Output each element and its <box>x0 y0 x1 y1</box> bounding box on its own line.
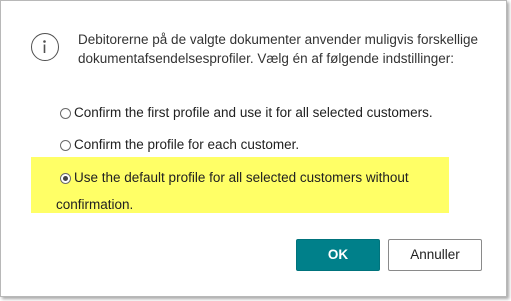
option-confirm-first-profile[interactable]: Confirm the first profile and use it for… <box>60 104 460 122</box>
cancel-button[interactable]: Annuller <box>388 239 482 271</box>
ok-button[interactable]: OK <box>296 239 380 271</box>
radio-confirm-each-profile[interactable] <box>60 140 71 151</box>
dialog: Debitorerne på de valgte dokumenter anve… <box>0 0 507 297</box>
option-label-line1: Use the default profile for all selected… <box>74 170 409 185</box>
radio-use-default-profile[interactable] <box>60 173 71 184</box>
option-use-default-profile[interactable]: Use the default profile for all selected… <box>56 169 440 213</box>
option-label: Confirm the first profile and use it for… <box>74 105 433 120</box>
radio-confirm-first-profile[interactable] <box>60 108 71 119</box>
dialog-message: Debitorerne på de valgte dokumenter anve… <box>78 32 478 66</box>
option-confirm-each-profile[interactable]: Confirm the profile for each customer. <box>60 136 460 154</box>
option-label-line2: confirmation. <box>56 197 134 212</box>
info-icon <box>31 33 59 61</box>
option-label: Confirm the profile for each customer. <box>74 137 300 152</box>
